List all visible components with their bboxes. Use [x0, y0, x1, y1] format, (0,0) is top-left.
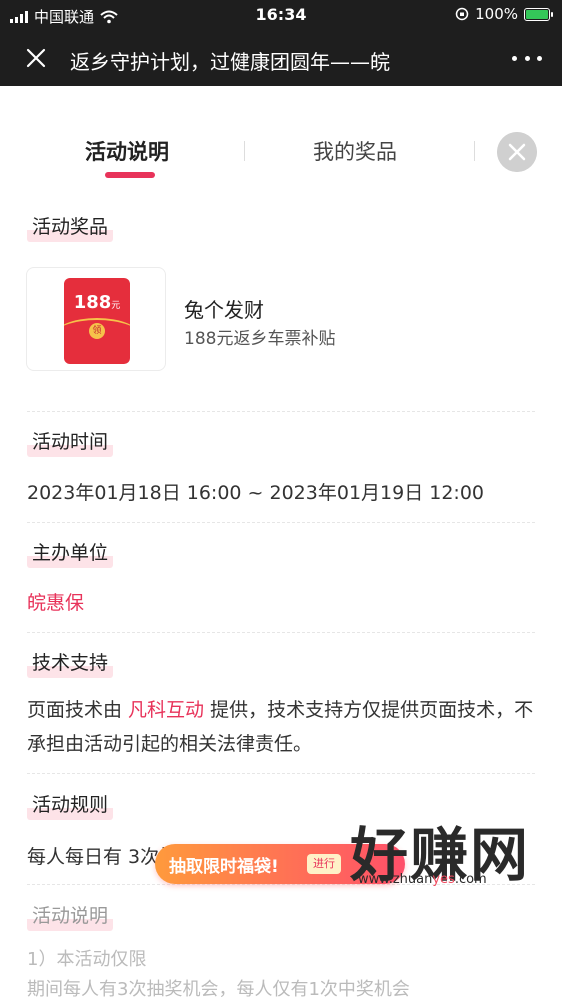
status-bar: 中国联通 16:34 100%: [0, 0, 562, 30]
lucky-bag-badge: 进行: [307, 854, 341, 874]
rules-section-title: 活动规则: [27, 790, 114, 820]
divider: [27, 773, 535, 774]
red-envelope-icon: 188元 领: [64, 278, 130, 364]
battery-icon: [524, 7, 553, 21]
more-icon[interactable]: [512, 48, 542, 68]
envelope-coin: 领: [89, 323, 105, 339]
active-tab-indicator: [105, 172, 155, 178]
tech-support-text: 页面技术由 凡科互动 提供，技术支持方仅提供页面技术，不承担由活动引起的相关法律…: [27, 693, 537, 761]
tab-bar: 活动说明 我的奖品: [0, 86, 562, 196]
close-sheet-icon[interactable]: [497, 132, 537, 172]
activity-time: 2023年01月18日 16:00 ~ 2023年01月19日 12:00: [27, 482, 485, 504]
tab-my-prizes[interactable]: 我的奖品: [313, 136, 397, 166]
description-section-title: 活动说明: [27, 901, 114, 931]
tech-section-title: 技术支持: [27, 648, 114, 678]
watermark-url: www.zhuanyes.com: [358, 872, 487, 887]
tab-separator: [474, 141, 475, 161]
prize-name: 兔个发财: [184, 298, 264, 322]
divider: [27, 411, 535, 412]
divider: [27, 522, 535, 523]
status-right: 100%: [455, 5, 553, 23]
page-title: 返乡守护计划，过健康团圆年——皖: [70, 50, 390, 74]
tech-text-before: 页面技术由: [27, 699, 129, 721]
close-icon[interactable]: [22, 44, 50, 72]
tab-separator: [244, 141, 245, 161]
orientation-lock-icon: [455, 7, 469, 21]
organizer-name: 皖惠保: [27, 592, 85, 614]
tab-activity-info[interactable]: 活动说明: [85, 136, 169, 166]
tech-provider-link[interactable]: 凡科互动: [128, 699, 204, 721]
battery-fill: [526, 9, 548, 19]
description-line-1: 1）本活动仅限: [27, 949, 147, 970]
battery-percent: 100%: [475, 5, 518, 23]
organizer-section-title: 主办单位: [27, 538, 114, 568]
nav-bar: 返乡守护计划，过健康团圆年——皖: [0, 30, 562, 86]
envelope-amount: 188元: [73, 292, 121, 313]
prize-description: 188元返乡车票补贴: [184, 329, 336, 349]
lucky-bag-label: 抽取限时福袋!: [169, 857, 279, 877]
time-section-title: 活动时间: [27, 427, 114, 457]
prizes-section-title: 活动奖品: [27, 212, 114, 242]
prize-card: 188元 领: [26, 267, 166, 371]
description-line-2: 期间每人有3次抽奖机会，每人仅有1次中奖机会: [27, 979, 410, 1000]
divider: [27, 632, 535, 633]
watermark-logo: 好赚网 www.zhuanyes.com: [350, 808, 540, 898]
